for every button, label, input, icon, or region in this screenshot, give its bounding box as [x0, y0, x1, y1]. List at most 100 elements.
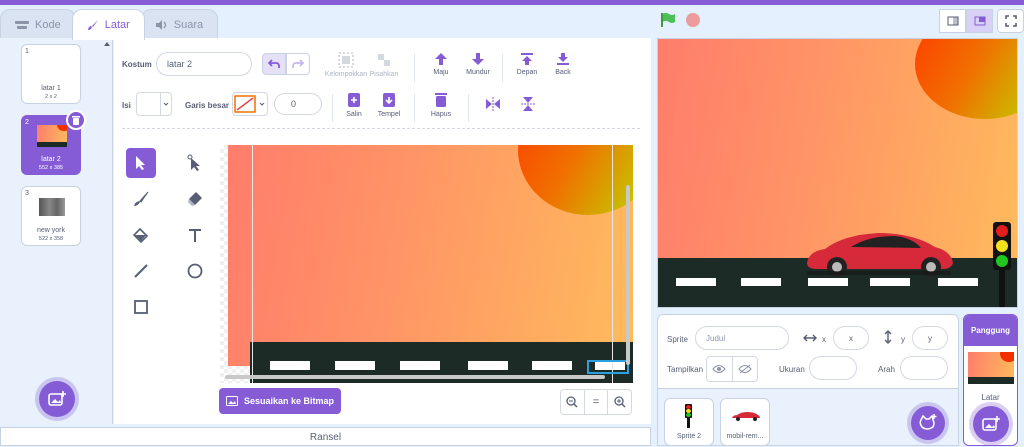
road-stripe	[400, 361, 440, 370]
sun-circle	[518, 145, 633, 215]
x-arrows-icon	[803, 334, 817, 342]
back-button[interactable]: Back	[548, 52, 578, 76]
circle-tool[interactable]	[180, 256, 210, 286]
hide-button[interactable]	[733, 357, 758, 381]
eraser-tool[interactable]	[180, 184, 210, 214]
backward-button[interactable]: Mundur	[462, 52, 494, 76]
outline-color-picker[interactable]	[232, 92, 268, 116]
stage-size-controls	[939, 9, 1024, 33]
delete-costume-button[interactable]	[66, 110, 86, 130]
copy-icon	[348, 93, 360, 107]
road-stripe	[468, 361, 508, 370]
tab-backdrops[interactable]: Latar	[71, 9, 145, 40]
drawing-canvas[interactable]	[220, 145, 633, 383]
costume-thumbnail	[39, 198, 65, 216]
show-button[interactable]	[707, 357, 733, 381]
zoom-in-button[interactable]	[608, 390, 631, 414]
zoom-out-button[interactable]	[561, 390, 584, 414]
costume-number: 2	[25, 119, 29, 126]
fullscreen-button[interactable]	[997, 9, 1024, 33]
redo-button[interactable]	[286, 53, 310, 75]
zoom-in-icon	[614, 396, 626, 408]
select-tool[interactable]	[126, 148, 156, 178]
toolbar-divider	[414, 54, 415, 82]
no-color-icon	[234, 95, 256, 113]
paste-button[interactable]: Tempel	[374, 92, 404, 118]
text-tool[interactable]	[180, 220, 210, 250]
small-stage-button[interactable]	[939, 9, 966, 33]
traffic-light-sprite[interactable]	[993, 222, 1011, 307]
reshape-tool[interactable]	[180, 148, 210, 178]
ungroup-label: Pisahkan	[369, 71, 399, 78]
reshape-icon	[187, 154, 200, 171]
stage[interactable]	[657, 38, 1018, 308]
sprite-tile-car[interactable]: mobil-rem...	[720, 398, 770, 446]
zoom-controls: =	[560, 389, 632, 415]
flip-horizontal-icon[interactable]	[485, 97, 501, 111]
zoom-reset-button[interactable]: =	[583, 390, 609, 414]
normal-stage-button[interactable]	[966, 9, 993, 33]
back-label: Back	[555, 69, 571, 76]
stop-button[interactable]	[686, 13, 700, 27]
sun-circle	[915, 39, 1017, 119]
costume-name: new york	[36, 227, 65, 234]
outline-label: Garis besar	[185, 101, 230, 110]
image-icon	[225, 396, 238, 406]
sprite-name-input[interactable]: Judul	[695, 326, 789, 350]
selection-box[interactable]	[587, 360, 629, 374]
forward-button[interactable]: Maju	[426, 52, 456, 76]
fill-color-picker[interactable]	[136, 92, 172, 116]
direction-input[interactable]	[900, 356, 948, 380]
undo-button[interactable]	[262, 53, 286, 75]
delete-label: Hapus	[430, 111, 452, 118]
stage-thumbnail	[968, 352, 1014, 384]
copy-button[interactable]: Salin	[340, 92, 368, 118]
vertical-scrollbar[interactable]	[626, 185, 630, 365]
tab-sounds[interactable]: Suara	[140, 9, 219, 39]
costume-thumbnail	[37, 125, 67, 147]
tab-code[interactable]: Kode	[0, 9, 76, 39]
delete-button[interactable]: Hapus	[428, 92, 454, 118]
convert-to-bitmap-label: Sesuaikan ke Bitmap	[243, 396, 335, 406]
menu-bar	[0, 0, 1024, 5]
flip-vertical-icon[interactable]	[521, 96, 535, 112]
sprite-label: Sprite	[667, 335, 688, 344]
add-backdrop-button[interactable]	[39, 381, 75, 417]
y-input[interactable]: y	[912, 326, 948, 350]
editor-tabs: Kode Latar Suara	[0, 9, 219, 40]
add-backdrop-stage-button[interactable]	[973, 406, 1009, 442]
sprite-tile-traffic-light[interactable]: Sprite 2	[664, 398, 714, 446]
cursor-icon	[136, 156, 145, 170]
costume-size: 552 x 385	[38, 165, 64, 171]
horizontal-scrollbar[interactable]	[225, 375, 605, 379]
stage-target-header: Panggung	[964, 315, 1017, 346]
costume-tile-1[interactable]: 1 latar 1 2 x 2	[21, 44, 81, 104]
size-input[interactable]	[809, 356, 857, 380]
costume-tile-3[interactable]: 3 new york 522 x 358	[21, 186, 81, 246]
brush-tool[interactable]	[126, 184, 156, 214]
fill-tool[interactable]	[126, 220, 156, 250]
outline-width-input[interactable]: 0	[274, 93, 322, 115]
rectangle-tool[interactable]	[126, 292, 156, 322]
car-sprite[interactable]	[803, 229, 955, 277]
forward-label: Maju	[433, 69, 449, 76]
line-tool[interactable]	[126, 256, 156, 286]
toolbar-divider	[332, 94, 333, 122]
arrow-up-icon	[435, 53, 447, 65]
convert-to-bitmap-button[interactable]: Sesuaikan ke Bitmap	[219, 388, 341, 414]
image-add-icon	[982, 416, 1000, 431]
x-input[interactable]: x	[833, 326, 869, 350]
backpack-bar[interactable]: Ransel	[0, 427, 651, 446]
green-flag-icon[interactable]	[660, 12, 676, 28]
road-stripe	[741, 278, 781, 286]
costume-name-input[interactable]: latar 2	[156, 52, 252, 76]
front-button[interactable]: Depan	[512, 52, 542, 76]
show-label: Tampilkan	[667, 365, 704, 374]
stage-target-label: Latar	[981, 393, 1000, 402]
ungroup-button[interactable]: Pisahkan	[362, 52, 406, 78]
add-sprite-button[interactable]	[911, 406, 945, 440]
scroll-up-icon[interactable]	[104, 41, 110, 421]
road-stripe	[808, 278, 848, 286]
chevron-down-icon	[259, 102, 265, 106]
speaker-icon	[155, 19, 166, 30]
